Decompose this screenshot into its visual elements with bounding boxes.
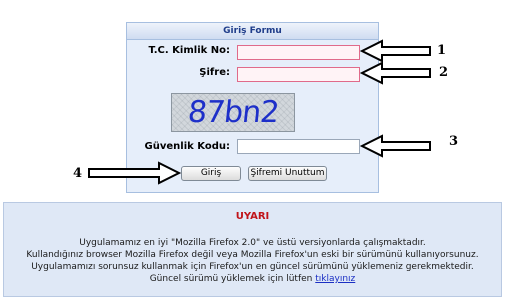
security-code-input[interactable] (237, 139, 360, 154)
captcha-text: 87bn2 (185, 95, 280, 130)
password-label: Şifre: (199, 67, 230, 78)
warning-line-1: Uygulamamız en iyi "Mozilla Firefox 2.0"… (79, 238, 426, 248)
login-button[interactable]: Giriş (181, 166, 241, 181)
security-code-label: Güvenlik Kodu: (144, 141, 230, 152)
annotation-number-4: 4 (73, 166, 83, 181)
annotation-arrow-1 (360, 39, 431, 63)
warning-line-4: Güncel sürümü yüklemek için lütfen tıkla… (4, 273, 501, 285)
tc-kimlik-input[interactable] (237, 45, 360, 60)
password-input[interactable] (237, 67, 360, 82)
annotation-arrow-3 (360, 134, 431, 158)
tc-kimlik-label: T.C. Kimlik No: (148, 45, 230, 56)
captcha-image: 87bn2 (171, 93, 295, 132)
warning-title: UYARI (235, 211, 270, 222)
annotation-arrow-4 (88, 161, 181, 185)
warning-line-4-text: Güncel sürümü yüklemek için lütfen (149, 274, 313, 284)
annotation-number-2: 2 (439, 65, 449, 80)
annotation-number-1: 1 (437, 43, 447, 58)
warning-message: Uygulamamız en iyi "Mozilla Firefox 2.0"… (4, 237, 501, 285)
forgot-password-button[interactable]: Şifremi Unuttum (248, 166, 327, 181)
warning-line-3: Uygulamamızı sorunsuz kullanmak için Fir… (31, 262, 474, 272)
warning-line-2: Kullandığınız browser Mozilla Firefox de… (26, 250, 479, 260)
annotation-arrow-2 (360, 61, 431, 85)
annotation-number-3: 3 (449, 134, 459, 149)
warning-panel: UYARI Uygulamamız en iyi "Mozilla Firefo… (3, 202, 502, 297)
login-form-title: Giriş Formu (127, 23, 378, 40)
firefox-download-link[interactable]: tıklayınız (315, 274, 355, 284)
